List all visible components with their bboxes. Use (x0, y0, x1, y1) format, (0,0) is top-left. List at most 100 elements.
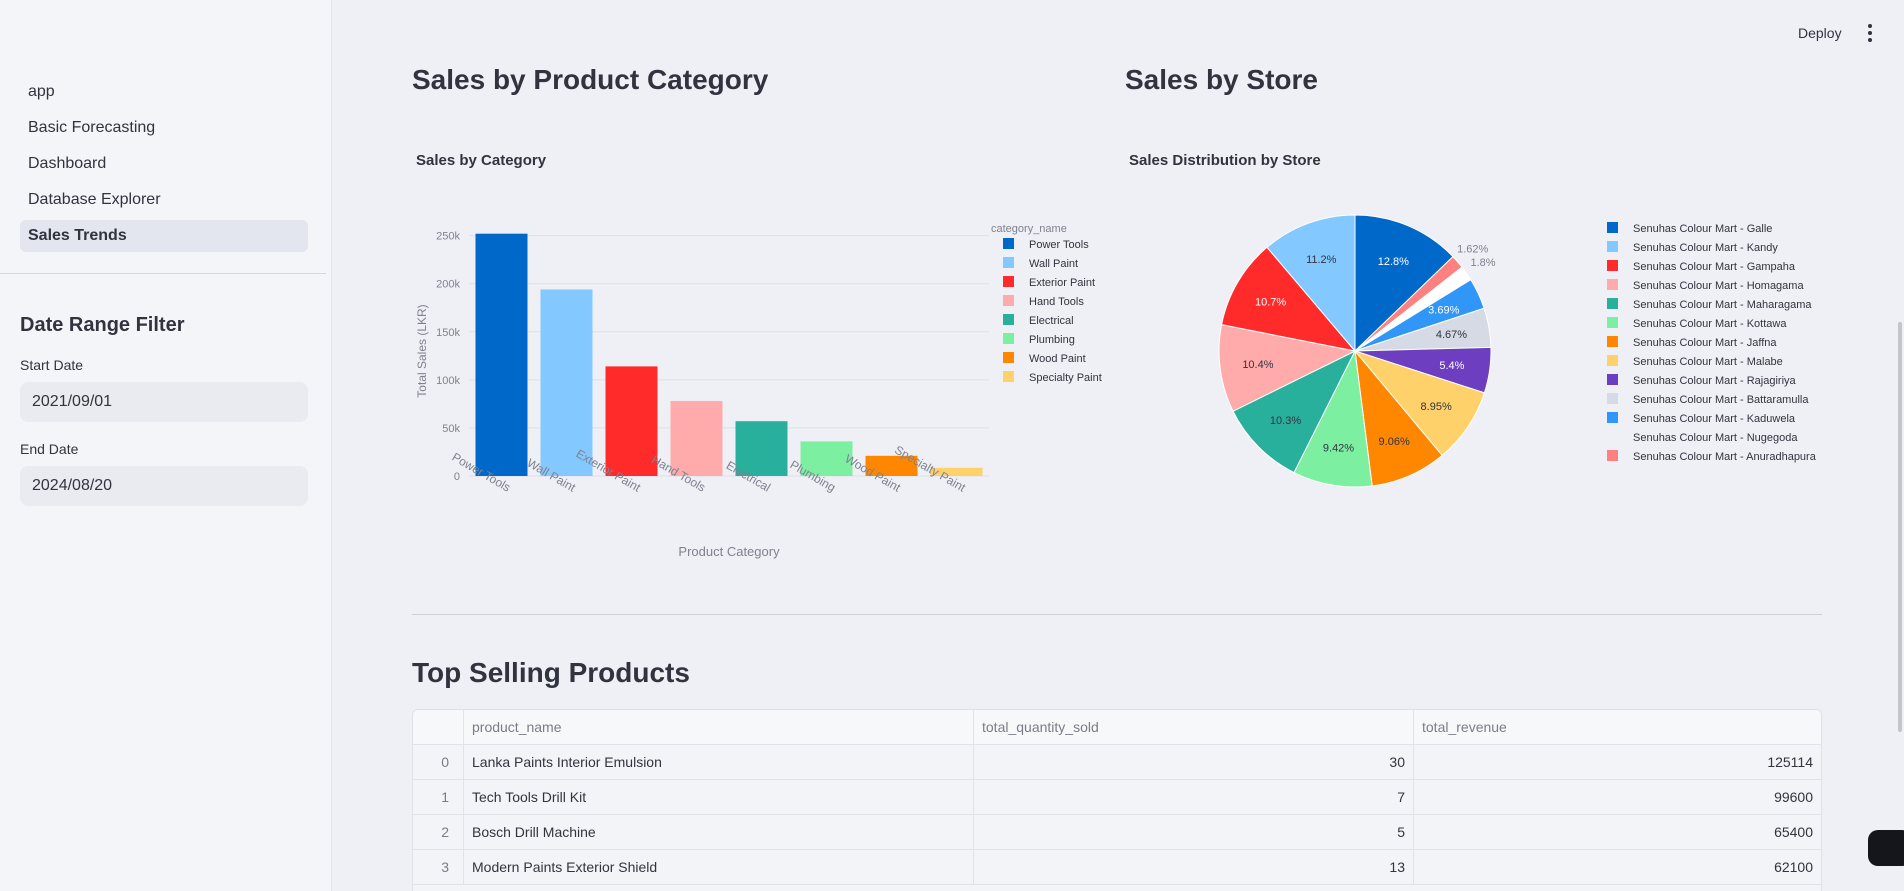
sidebar-nav: app Basic Forecasting Dashboard Database… (20, 76, 308, 256)
quantity-cell[interactable]: 7 (974, 780, 1414, 814)
legend-swatch (1003, 257, 1014, 268)
column-header[interactable]: total_revenue (1414, 710, 1821, 744)
column-header[interactable]: product_name (464, 710, 974, 744)
product-name-cell[interactable]: Tech Tools Drill Kit (464, 780, 974, 814)
revenue-cell[interactable]: 62100 (1414, 850, 1821, 884)
slice-label: 4.67% (1436, 329, 1467, 341)
legend-entry: Hand Tools (1029, 296, 1084, 308)
legend-entry: Wall Paint (1029, 258, 1078, 270)
legend-swatch (1607, 279, 1618, 290)
page-scrollbar[interactable] (1898, 322, 1902, 732)
deploy-button[interactable]: Deploy (1788, 20, 1852, 46)
legend-entry: Senuhas Colour Mart - Rajagiriya (1633, 375, 1797, 387)
end-date-label: End Date (20, 441, 79, 457)
top-products-table[interactable]: product_name total_quantity_sold total_r… (412, 709, 1822, 891)
legend-entry: Senuhas Colour Mart - Anuradhapura (1633, 451, 1817, 463)
legend-swatch (1607, 241, 1618, 252)
quantity-cell[interactable]: 30 (974, 745, 1414, 779)
bar (475, 233, 528, 476)
product-name-cell[interactable]: Modern Paints Exterior Shield (464, 850, 974, 884)
table-row[interactable]: 2 Bosch Drill Machine 5 65400 (413, 815, 1821, 850)
slice-label: 1.8% (1470, 257, 1495, 269)
legend-swatch (1003, 295, 1014, 306)
nav-item-database-explorer[interactable]: Database Explorer (20, 184, 308, 216)
revenue-cell[interactable]: 99600 (1414, 780, 1821, 814)
slice-label: 3.69% (1428, 305, 1459, 317)
row-index: 3 (413, 850, 464, 884)
product-name-cell[interactable]: Lanka Paints Interior Emulsion (464, 745, 974, 779)
table-header-row: product_name total_quantity_sold total_r… (413, 710, 1821, 745)
legend-entry: Senuhas Colour Mart - Battaramulla (1633, 394, 1809, 406)
row-index: 1 (413, 780, 464, 814)
y-tick-label: 200k (436, 279, 460, 291)
legend-swatch (1003, 238, 1014, 249)
legend-entry: Senuhas Colour Mart - Maharagama (1633, 299, 1812, 311)
row-index: 2 (413, 815, 464, 849)
column-header[interactable]: total_quantity_sold (974, 710, 1414, 744)
legend-entry: Power Tools (1029, 239, 1089, 251)
legend-entry: Plumbing (1029, 334, 1075, 346)
store-heading: Sales by Store (1125, 64, 1318, 95)
slice-label: 11.2% (1306, 254, 1337, 266)
y-tick-label: 50k (442, 423, 460, 435)
category-heading: Sales by Product Category (412, 64, 769, 95)
legend-entry: Specialty Paint (1029, 372, 1102, 384)
legend-entry: Senuhas Colour Mart - Kottawa (1633, 318, 1787, 330)
legend-entry: Senuhas Colour Mart - Kaduwela (1633, 413, 1796, 425)
legend-entry: Wood Paint (1029, 353, 1086, 365)
pie-chart-title: Sales Distribution by Store (1129, 152, 1321, 169)
legend-entry: Senuhas Colour Mart - Galle (1633, 223, 1772, 235)
nav-item-sales-trends[interactable]: Sales Trends (20, 220, 308, 252)
legend-swatch (1607, 260, 1618, 271)
legend-swatch (1003, 371, 1014, 382)
assistant-button[interactable] (1868, 830, 1904, 866)
end-date-input[interactable]: 2024/08/20 (20, 466, 308, 506)
slice-label: 1.62% (1457, 244, 1488, 256)
bar-chart-title: Sales by Category (416, 152, 547, 169)
quantity-cell[interactable]: 13 (974, 850, 1414, 884)
slice-label: 9.06% (1379, 436, 1410, 448)
table-row[interactable]: 1 Tech Tools Drill Kit 7 99600 (413, 780, 1821, 815)
top-selling-heading: Top Selling Products (412, 657, 690, 688)
legend-entry: Senuhas Colour Mart - Kandy (1633, 242, 1778, 254)
y-axis-title: Total Sales (LKR) (415, 304, 429, 397)
legend-swatch (1607, 393, 1618, 404)
legend-swatch (1607, 412, 1618, 423)
legend-swatch (1607, 222, 1618, 233)
y-tick-label: 100k (436, 375, 460, 387)
legend-title: category_name (991, 223, 1067, 235)
index-header (413, 710, 464, 744)
legend-swatch (1003, 333, 1014, 344)
slice-label: 10.7% (1255, 296, 1286, 308)
row-index: 0 (413, 745, 464, 779)
legend-entry: Senuhas Colour Mart - Nugegoda (1633, 432, 1798, 444)
nav-item-app[interactable]: app (20, 76, 308, 108)
sidebar: app Basic Forecasting Dashboard Database… (0, 0, 332, 891)
sidebar-divider (0, 273, 326, 274)
quantity-cell[interactable]: 5 (974, 815, 1414, 849)
slice-label: 9.42% (1323, 443, 1354, 455)
start-date-label: Start Date (20, 357, 84, 373)
legend-entry: Electrical (1029, 315, 1074, 327)
revenue-cell[interactable]: 125114 (1414, 745, 1821, 779)
legend-swatch (1607, 374, 1618, 385)
slice-label: 8.95% (1421, 401, 1452, 413)
slice-label: 5.4% (1439, 360, 1464, 372)
x-axis-title: Product Category (678, 544, 780, 559)
legend-swatch (1003, 352, 1014, 363)
table-row[interactable]: 3 Modern Paints Exterior Shield 13 62100 (413, 850, 1821, 885)
y-tick-label: 250k (436, 231, 460, 243)
legend-swatch (1607, 298, 1618, 309)
legend-entry: Senuhas Colour Mart - Homagama (1633, 280, 1804, 292)
vertical-ellipsis-icon[interactable] (1862, 22, 1878, 44)
y-tick-label: 0 (454, 471, 460, 483)
start-date-input[interactable]: 2021/09/01 (20, 382, 308, 422)
product-name-cell[interactable]: Bosch Drill Machine (464, 815, 974, 849)
nav-item-basic-forecasting[interactable]: Basic Forecasting (20, 112, 308, 144)
legend-entry: Senuhas Colour Mart - Malabe (1633, 356, 1783, 368)
sales-by-store-chart: 12.8% 1.62%1.8% 3.69% 4.67% 5.4% 8.95% 9.06% 9.… (1218, 214, 1817, 488)
table-row[interactable]: 0 Lanka Paints Interior Emulsion 30 1251… (413, 745, 1821, 780)
bar (605, 366, 658, 476)
revenue-cell[interactable]: 65400 (1414, 815, 1821, 849)
nav-item-dashboard[interactable]: Dashboard (20, 148, 308, 180)
